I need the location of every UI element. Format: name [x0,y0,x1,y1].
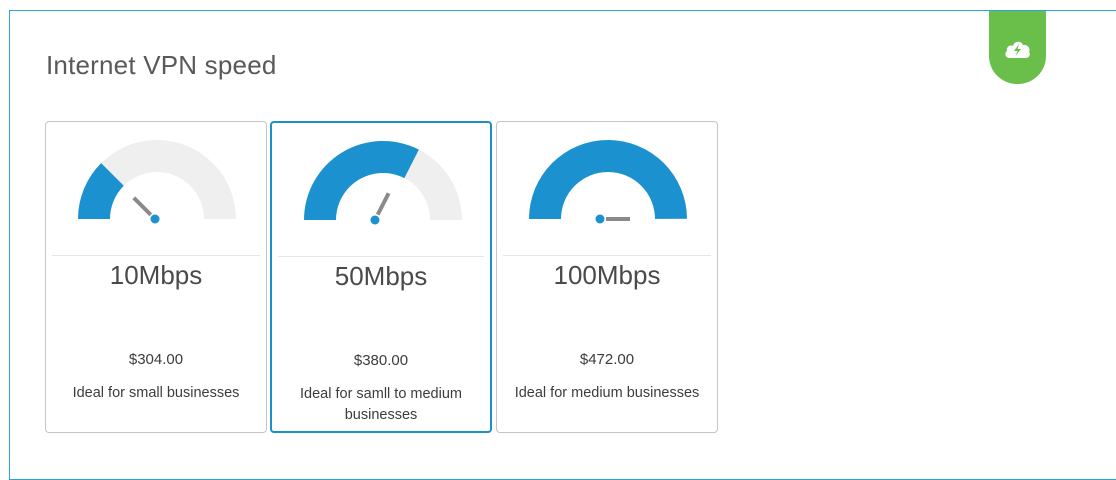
speed-gauge [304,141,462,225]
speed-gauge [529,140,687,224]
plan-speed: 10Mbps [109,260,203,290]
plan-card-10mbps[interactable]: 10Mbps $304.00 Ideal for small businesse… [45,121,267,433]
gauge-fill [529,140,687,219]
gauge-fill [304,141,419,220]
plan-description: Ideal for medium businesses [514,385,700,401]
speed-gauge [78,140,236,224]
gauge-needle [375,192,391,216]
cloud-badge [989,11,1046,84]
gauge-hub [595,214,605,224]
gauge-hub [370,215,380,225]
card-divider [52,255,260,256]
gauge-hub [150,214,160,224]
card-divider [278,256,484,257]
plan-description: Ideal for small businesses [72,385,240,401]
plan-card-100mbps[interactable]: 100Mbps $472.00 Ideal for medium busines… [496,121,718,433]
plan-description: Ideal for samll to medium businesses [300,386,462,423]
cloud-lightning-icon [1005,41,1030,58]
gauge-needle [132,196,153,217]
card-divider [503,255,711,256]
plan-card-50mbps[interactable]: 50Mbps $380.00 Ideal for samll to medium… [270,121,492,433]
plan-speed: 50Mbps [334,261,428,291]
plan-speed: 100Mbps [553,260,661,290]
plan-price: $304.00 [128,351,184,368]
section-title: Internet VPN speed [46,50,277,80]
plan-price: $380.00 [353,352,409,369]
plan-price: $472.00 [579,351,635,368]
